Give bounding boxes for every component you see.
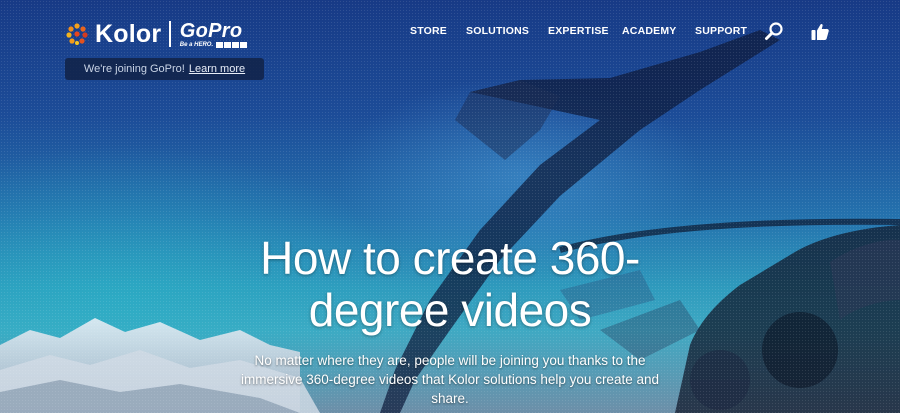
logo-divider	[169, 21, 171, 47]
kolor-wordmark: Kolor	[95, 19, 162, 48]
nav-support[interactable]: SUPPORT	[695, 25, 747, 37]
gopro-boxes-icon	[216, 41, 248, 48]
gopro-logo: GoPro Be a HERO.	[180, 21, 248, 48]
nav-expertise[interactable]: EXPERTISE	[548, 25, 609, 37]
nav-store[interactable]: STORE	[410, 25, 447, 37]
nav-solutions[interactable]: SOLUTIONS	[466, 25, 529, 37]
gopro-tagline: Be a HERO.	[179, 41, 214, 48]
gopro-wordmark: GoPro	[179, 19, 243, 42]
thumbs-up-icon[interactable]	[810, 22, 830, 42]
hero-subtitle: No matter where they are, people will be…	[241, 353, 659, 406]
banner-text: We're joining GoPro!	[83, 63, 185, 75]
announcement-banner: We're joining GoPro! Learn more	[65, 58, 264, 80]
site-logo[interactable]: Kolor GoPro Be a HERO.	[65, 19, 248, 49]
search-icon[interactable]	[764, 21, 784, 41]
learn-more-link[interactable]: Learn more	[189, 63, 245, 75]
kolor-logo-icon	[66, 23, 88, 45]
hero-title: How to create 360-degree videos	[260, 232, 640, 336]
nav-academy[interactable]: ACADEMY	[622, 25, 677, 37]
